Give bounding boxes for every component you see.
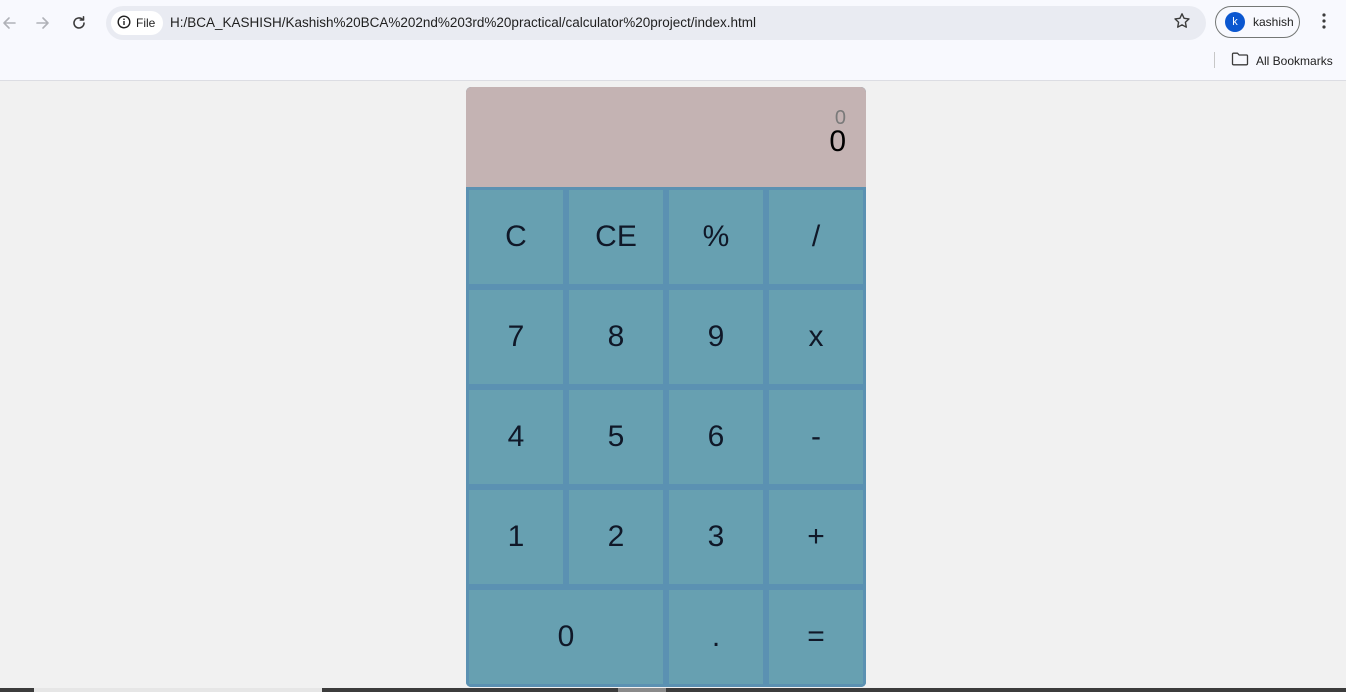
digit-9-button[interactable]: 9 [666, 287, 766, 387]
multiply-button[interactable]: x [766, 287, 866, 387]
keypad: C CE % / 7 8 9 x 4 5 6 - 1 2 3 + 0 . = [466, 187, 866, 687]
calculator: 0 0 C CE % / 7 8 9 x 4 5 6 - 1 2 3 + 0 .… [466, 87, 866, 687]
digit-2-button[interactable]: 2 [566, 487, 666, 587]
add-button[interactable]: + [766, 487, 866, 587]
page-content: 0 0 C CE % / 7 8 9 x 4 5 6 - 1 2 3 + 0 .… [0, 81, 1346, 692]
all-bookmarks-button[interactable]: All Bookmarks [1231, 52, 1333, 69]
digit-1-button[interactable]: 1 [466, 487, 566, 587]
site-chip-label: File [136, 16, 156, 30]
reload-icon [71, 15, 87, 31]
back-button[interactable] [0, 10, 22, 36]
clear-button[interactable]: C [466, 187, 566, 287]
clear-entry-button[interactable]: CE [566, 187, 666, 287]
profile-name: kashish [1253, 15, 1294, 29]
current-operand: 0 [829, 125, 846, 158]
taskbar-segment [618, 688, 666, 692]
address-bar[interactable]: File H:/BCA_KASHISH/Kashish%20BCA%202nd%… [106, 6, 1206, 40]
folder-icon [1231, 52, 1249, 69]
digit-6-button[interactable]: 6 [666, 387, 766, 487]
subtract-button[interactable]: - [766, 387, 866, 487]
bookmarks-divider [1214, 52, 1215, 68]
site-info-chip[interactable]: File [111, 11, 164, 35]
forward-arrow-icon [35, 15, 51, 31]
digit-0-button[interactable]: 0 [466, 587, 666, 687]
profile-button[interactable]: k kashish [1215, 6, 1300, 38]
kebab-menu-icon [1322, 12, 1326, 34]
taskbar-segment [34, 688, 322, 692]
decimal-button[interactable]: . [666, 587, 766, 687]
browser-menu-button[interactable] [1314, 12, 1334, 34]
url-text[interactable]: H:/BCA_KASHISH/Kashish%20BCA%202nd%203rd… [170, 15, 756, 30]
forward-button[interactable] [30, 10, 56, 36]
all-bookmarks-label: All Bookmarks [1256, 53, 1333, 68]
digit-5-button[interactable]: 5 [566, 387, 666, 487]
back-arrow-icon [1, 15, 17, 31]
digit-8-button[interactable]: 8 [566, 287, 666, 387]
digit-7-button[interactable]: 7 [466, 287, 566, 387]
divide-button[interactable]: / [766, 187, 866, 287]
taskbar-strip [0, 688, 1346, 692]
browser-toolbar: File H:/BCA_KASHISH/Kashish%20BCA%202nd%… [0, 0, 1346, 81]
avatar: k [1225, 12, 1245, 32]
percent-button[interactable]: % [666, 187, 766, 287]
bookmark-star-button[interactable] [1172, 12, 1192, 35]
digit-3-button[interactable]: 3 [666, 487, 766, 587]
info-icon [117, 14, 131, 32]
reload-button[interactable] [66, 10, 92, 36]
equals-button[interactable]: = [766, 587, 866, 687]
digit-4-button[interactable]: 4 [466, 387, 566, 487]
calculator-display: 0 0 [466, 87, 866, 187]
star-icon [1173, 12, 1191, 35]
